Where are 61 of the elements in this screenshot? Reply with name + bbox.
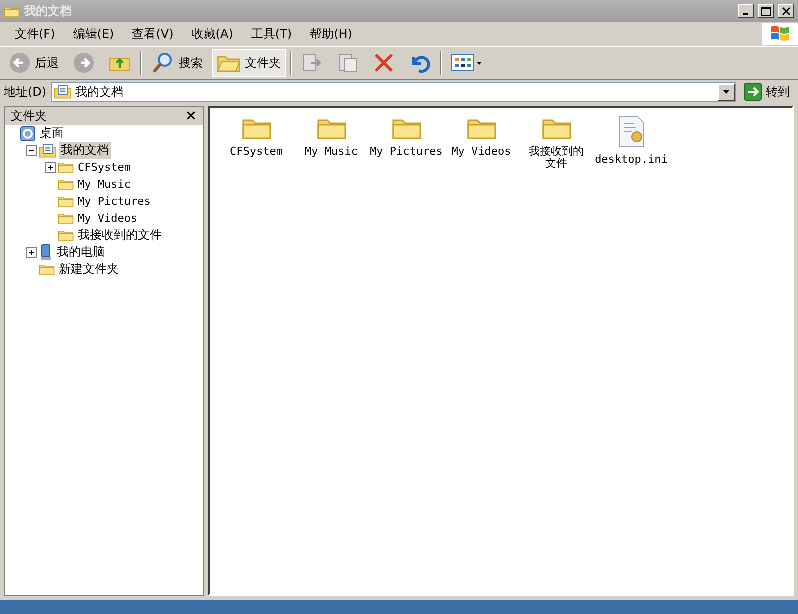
folder-icon bbox=[58, 212, 74, 225]
address-label: 地址(D) bbox=[4, 84, 47, 100]
search-icon bbox=[151, 51, 175, 75]
address-field[interactable]: 我的文档 bbox=[50, 82, 736, 102]
plus-icon bbox=[47, 164, 54, 171]
minus-icon bbox=[28, 147, 35, 154]
delete-icon bbox=[373, 52, 395, 74]
folder-icon bbox=[58, 195, 74, 208]
menu-item[interactable]: 收藏(A) bbox=[182, 26, 242, 42]
pane-title: 文件夹 bbox=[11, 108, 47, 124]
tree-item[interactable]: My Videos bbox=[76, 212, 140, 225]
views-icon bbox=[451, 53, 483, 73]
documents-folder-icon bbox=[39, 142, 57, 158]
folder-icon bbox=[58, 178, 74, 191]
file-name[interactable]: CFSystem bbox=[230, 146, 283, 158]
tree-item[interactable]: 我的电脑 bbox=[55, 244, 107, 261]
file-name[interactable]: My Music bbox=[305, 146, 358, 158]
folder-icon bbox=[4, 4, 20, 18]
move-icon bbox=[301, 52, 323, 74]
collapse-toggle[interactable] bbox=[26, 145, 37, 156]
dropdown-button[interactable] bbox=[718, 84, 735, 100]
copy-icon bbox=[337, 52, 359, 74]
folders-button[interactable]: 文件夹 bbox=[212, 49, 286, 77]
tree-item[interactable]: My Pictures bbox=[76, 195, 153, 208]
plus-icon bbox=[28, 249, 35, 256]
menu-item[interactable]: 帮助(H) bbox=[301, 26, 362, 42]
menu-item[interactable]: 文件(F) bbox=[6, 26, 64, 42]
computer-icon bbox=[39, 244, 53, 261]
file-name[interactable]: desktop.ini bbox=[595, 154, 668, 166]
window-title: 我的文档 bbox=[24, 2, 73, 20]
search-button[interactable]: 搜索 bbox=[146, 49, 208, 77]
tree-item[interactable]: 新建文件夹 bbox=[57, 261, 121, 278]
menu-item[interactable]: 编辑(E) bbox=[64, 26, 124, 42]
tree-item[interactable]: 我的文档 bbox=[59, 142, 111, 159]
go-button[interactable]: 转到 bbox=[740, 83, 794, 101]
tree-item[interactable]: My Music bbox=[76, 178, 133, 191]
close-button[interactable]: × bbox=[185, 108, 197, 124]
flag-icon bbox=[769, 24, 791, 44]
folder-icon bbox=[58, 161, 74, 174]
file-name[interactable]: My Pictures bbox=[370, 146, 443, 158]
close-icon bbox=[782, 6, 790, 16]
tree-item[interactable]: 我接收到的文件 bbox=[76, 227, 164, 244]
file-name[interactable]: My Videos bbox=[452, 146, 512, 158]
tree-item[interactable]: 桌面 bbox=[38, 125, 66, 142]
expand-toggle[interactable] bbox=[26, 247, 37, 258]
dropdown-arrow-icon bbox=[723, 90, 730, 94]
desktop-icon bbox=[20, 126, 36, 142]
back-button[interactable]: 后退 bbox=[4, 49, 64, 77]
close-button[interactable] bbox=[778, 4, 794, 18]
menu-item[interactable]: 工具(T) bbox=[242, 26, 302, 42]
folder-icon bbox=[58, 229, 74, 242]
settings-file-icon bbox=[618, 116, 646, 148]
maximize-button[interactable] bbox=[758, 4, 774, 18]
tree-item[interactable]: CFSystem bbox=[76, 161, 133, 174]
menu-item[interactable]: 查看(V) bbox=[123, 26, 183, 42]
expand-toggle[interactable] bbox=[45, 162, 56, 173]
documents-folder-icon bbox=[54, 84, 72, 100]
minimize-button[interactable] bbox=[738, 4, 754, 18]
maximize-icon bbox=[761, 6, 771, 16]
folder-icon bbox=[39, 263, 55, 276]
file-name[interactable]: 我接收到的文件 bbox=[526, 146, 588, 170]
